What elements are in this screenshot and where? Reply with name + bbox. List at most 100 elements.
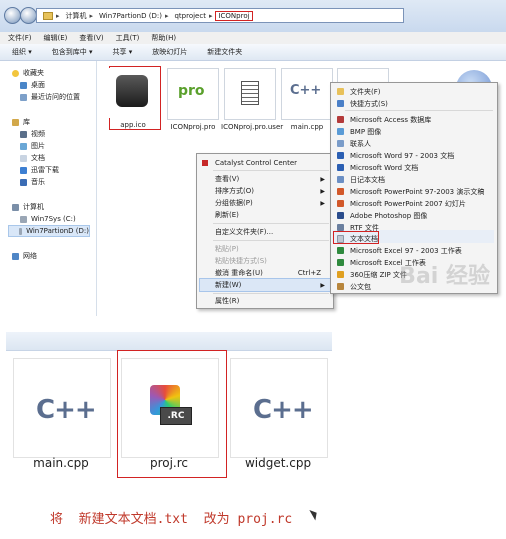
nav-drive-d[interactable]: Win7PartionD (D:) [8, 225, 90, 237]
nav-network[interactable]: 网络 [12, 251, 37, 261]
menu-edit[interactable]: 编辑(E) [44, 33, 68, 43]
slideshow-button[interactable]: 放映幻灯片 [152, 47, 187, 57]
submenu-item-bmp[interactable]: BMP 图像 [337, 126, 381, 137]
submenu-arrow-icon: ▶ [320, 187, 325, 195]
computer-icon [12, 203, 19, 211]
nav-drive-c[interactable]: Win7Sys (C:) [20, 214, 76, 224]
menu-item-refresh[interactable]: 刷新(E) [215, 210, 239, 220]
photoshop-icon [337, 212, 344, 219]
share-button[interactable]: 共享 ▾ [113, 47, 133, 57]
file-iconproj-pro-user[interactable]: ICONproj.pro.user [221, 68, 283, 132]
menu-item-new[interactable]: 新建(W) ▶ [215, 280, 331, 290]
submenu-item-360zip[interactable]: 360压缩 ZIP 文件 [337, 269, 407, 280]
new-folder-button[interactable]: 新建文件夹 [207, 47, 242, 57]
file-main-cpp[interactable]: C++ main.cpp [278, 68, 336, 132]
nav-thunder-downloads[interactable]: 迅雷下载 [20, 165, 59, 175]
menu-bar: 文件(F) 编辑(E) 查看(V) 工具(T) 帮助(H) [0, 32, 506, 44]
renamed-files-view: C++ main.cpp .RC proj.rc C++ widget.cpp … [0, 328, 506, 539]
submenu-arrow-icon: ▶ [320, 199, 325, 207]
breadcrumb-qtproject[interactable]: qtproject [174, 12, 205, 20]
file-iconproj-pro[interactable]: pro ICONproj.pro [164, 68, 222, 132]
file-name-main-cpp: main.cpp [33, 456, 89, 470]
nav-videos[interactable]: 视频 [20, 129, 45, 139]
submenu-item-photoshop[interactable]: Adobe Photoshop 图像 [337, 210, 427, 221]
menu-item-properties[interactable]: 属性(R) [215, 296, 239, 306]
file-app-ico[interactable]: app.ico [104, 68, 162, 130]
shortcut-icon [337, 100, 344, 107]
nav-favorites[interactable]: 收藏夹 [12, 68, 44, 78]
address-bar-area: ▸ 计算机 ▸ Win7PartionD (D:) ▸ qtproject ▸ … [0, 0, 506, 33]
folder-icon [337, 88, 344, 95]
submenu-arrow-icon: ▶ [320, 281, 325, 289]
contact-icon [337, 140, 344, 147]
menu-tools[interactable]: 工具(T) [116, 33, 140, 43]
music-icon [20, 178, 27, 186]
breadcrumb-separator-icon: ▸ [89, 11, 94, 20]
submenu-item-ppt-2007[interactable]: Microsoft PowerPoint 2007 幻灯片 [337, 198, 466, 209]
menu-view[interactable]: 查看(V) [79, 33, 103, 43]
submenu-item-folder[interactable]: 文件夹(F) [337, 86, 381, 97]
menu-item-customize-folder[interactable]: 自定义文件夹(F)... [215, 227, 273, 237]
instruction-text: 将 新建文本文档.txt 改为 proj.rc [50, 512, 293, 527]
breadcrumb-iconproj[interactable]: ICONproj [215, 10, 253, 21]
menu-item-catalyst[interactable]: Catalyst Control Center [202, 158, 297, 168]
mouse-cursor-icon [309, 507, 320, 521]
catalyst-icon [202, 160, 208, 166]
document-icon [20, 154, 27, 162]
drive-icon [19, 227, 23, 235]
bmp-icon [337, 128, 344, 135]
nav-documents[interactable]: 文档 [20, 153, 45, 163]
breadcrumb-separator-icon: ▸ [56, 11, 60, 20]
file-name-proj-rc: proj.rc [149, 456, 189, 470]
menu-help[interactable]: 帮助(H) [151, 33, 176, 43]
drive-icon [20, 215, 27, 223]
folder-icon [43, 11, 53, 20]
powerpoint-icon [337, 188, 344, 195]
submenu-item-access-db[interactable]: Microsoft Access 数据库 [337, 114, 431, 125]
file-widget-cpp-large[interactable]: C++ [230, 358, 328, 458]
nav-music[interactable]: 音乐 [20, 177, 45, 187]
include-in-library-button[interactable]: 包含到库中 ▾ [52, 47, 93, 57]
nav-recent-places[interactable]: 最近访问的位置 [20, 92, 80, 102]
submenu-item-journal[interactable]: 日记本文档 [337, 174, 385, 185]
briefcase-icon [337, 283, 344, 290]
journal-icon [337, 176, 344, 183]
submenu-item-word[interactable]: Microsoft Word 文档 [337, 162, 418, 173]
network-icon [12, 252, 19, 260]
breadcrumb-computer[interactable]: 计算机 [66, 11, 87, 21]
menu-item-undo-rename[interactable]: 撤消 重命名(U) Ctrl+Z [215, 268, 331, 278]
forward-button[interactable] [20, 7, 37, 24]
menu-file[interactable]: 文件(F) [8, 33, 32, 43]
nav-computer[interactable]: 计算机 [12, 202, 44, 212]
submenu-item-contact[interactable]: 联系人 [337, 138, 371, 149]
cpp-file-icon: C++ [36, 395, 97, 425]
context-menu: Catalyst Control Center 查看(V) ▶ 排序方式(O) ▶ … [196, 153, 334, 309]
desktop-icon [20, 81, 27, 89]
file-main-cpp-large[interactable]: C++ [13, 358, 111, 458]
file-name-widget-cpp: widget.cpp [244, 456, 312, 470]
nav-desktop[interactable]: 桌面 [20, 80, 45, 90]
submenu-item-word-97[interactable]: Microsoft Word 97 - 2003 文档 [337, 150, 454, 161]
picture-icon [20, 142, 27, 150]
submenu-item-shortcut[interactable]: 快捷方式(S) [337, 98, 388, 109]
download-icon [20, 166, 27, 174]
menu-item-group-by[interactable]: 分组依据(P) ▶ [215, 198, 331, 208]
back-button[interactable] [4, 7, 21, 24]
nav-libraries[interactable]: 库 [12, 117, 30, 127]
cpp-file-icon: C++ [253, 395, 314, 425]
menu-item-sort-by[interactable]: 排序方式(O) ▶ [215, 186, 331, 196]
submenu-item-ppt-97[interactable]: Microsoft PowerPoint 97-2003 演示文稿 [337, 186, 484, 197]
nav-pictures[interactable]: 图片 [20, 141, 45, 151]
pro-file-icon: pro [167, 68, 219, 120]
address-bar[interactable]: ▸ 计算机 ▸ Win7PartionD (D:) ▸ qtproject ▸ … [36, 8, 404, 23]
submenu-item-briefcase[interactable]: 公文包 [337, 281, 371, 292]
organize-button[interactable]: 组织 ▾ [12, 47, 32, 57]
submenu-arrow-icon: ▶ [320, 175, 325, 183]
menu-item-view[interactable]: 查看(V) ▶ [215, 174, 331, 184]
breadcrumb-drive[interactable]: Win7PartionD (D:) [99, 12, 162, 20]
access-icon [337, 116, 344, 123]
submenu-item-excel-97[interactable]: Microsoft Excel 97 - 2003 工作表 [337, 245, 462, 256]
recent-places-icon [20, 93, 27, 101]
command-bar: 组织 ▾ 包含到库中 ▾ 共享 ▾ 放映幻灯片 新建文件夹 [0, 44, 506, 61]
app-ico-icon [108, 68, 158, 118]
